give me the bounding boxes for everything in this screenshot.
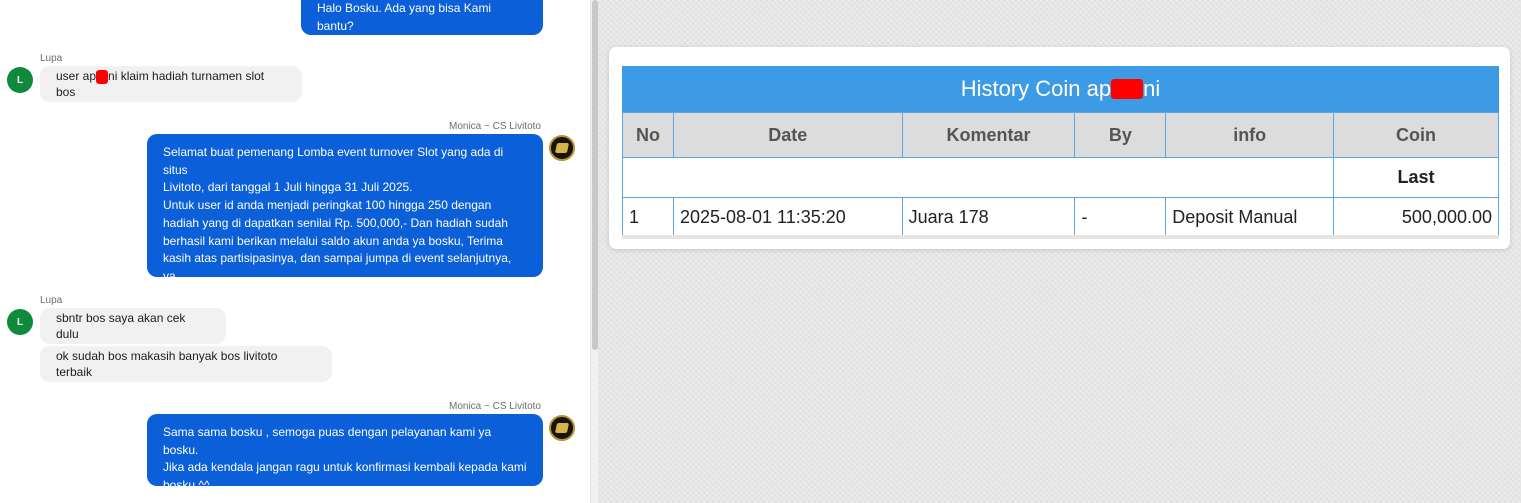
message-text: sbntr bos saya akan cek dulu [56, 311, 186, 341]
user-avatar: L [7, 309, 33, 335]
chat-panel: Halo Bosku. Ada yang bisa Kami bantu? Lu… [0, 0, 590, 503]
table-footer-strip [622, 235, 1499, 239]
message-line: bosku ^^ [163, 478, 210, 493]
cs-logo-icon [549, 135, 575, 161]
cell-komentar: Juara 178 [901, 197, 1076, 238]
message-line: kasih atas partisipasinya, dan sampai ju… [163, 251, 512, 283]
message-text: Halo Bosku. Ada yang bisa Kami bantu? [317, 0, 492, 33]
column-header-no: No [622, 112, 674, 158]
redaction-mark [96, 69, 109, 84]
sender-name: Monica ~ CS Livitoto [449, 401, 541, 412]
user-avatar: L [7, 67, 33, 93]
summary-empty-cell [621, 157, 1335, 198]
message-line: Untuk user id anda menjadi peringkat 100… [163, 198, 492, 213]
message-line: Selamat buat pemenang Lomba event turnov… [163, 145, 504, 177]
redaction-mark [1111, 79, 1144, 99]
history-title: History Coin ap ni [622, 66, 1499, 112]
chat-scrollbar[interactable] [590, 0, 598, 503]
cell-by: - [1074, 197, 1167, 238]
table-header-row: No Date Komentar By info Coin [622, 112, 1499, 158]
message-line: bosku [163, 286, 196, 301]
cell-coin: 500,000.00 [1333, 197, 1499, 238]
message-text: user ap ni klaim hadiah turnamen slot bos [56, 69, 265, 99]
summary-last-label: Last [1333, 157, 1499, 198]
agent-message: Selamat buat pemenang Lomba event turnov… [147, 134, 543, 301]
message-line: berhasil kami berikan melalui saldo akun… [163, 233, 503, 248]
column-header-coin: Coin [1333, 112, 1499, 158]
sender-name: Lupa [40, 295, 63, 306]
message-line: hadiah yang di dapatkan senilai Rp. 500,… [163, 215, 508, 230]
column-header-date: Date [672, 112, 903, 158]
cell-info: Deposit Manual [1165, 197, 1335, 238]
user-message: ok sudah bos makasih banyak bos livitoto… [40, 346, 332, 382]
cell-no: 1 [622, 197, 674, 238]
table-row: 1 2025-08-01 11:35:20 Juara 178 - Deposi… [622, 197, 1499, 238]
cell-date: 2025-08-01 11:35:20 [672, 197, 903, 238]
user-message: sbntr bos saya akan cek dulu [40, 308, 226, 344]
column-header-komentar: Komentar [901, 112, 1076, 158]
message-line: Sama sama bosku , semoga puas dengan pel… [163, 425, 492, 457]
sender-name: Monica ~ CS Livitoto [449, 121, 541, 132]
cs-logo-icon [549, 415, 575, 441]
message-text: ok sudah bos makasih banyak bos livitoto… [56, 349, 278, 379]
message-line: Livitoto, dari tanggal 1 Juli hingga 31 … [163, 180, 413, 195]
message-line: Jika ada kendala jangan ragu untuk konfi… [163, 460, 527, 475]
summary-row: Last [621, 157, 1499, 198]
agent-message: Sama sama bosku , semoga puas dengan pel… [147, 414, 543, 492]
history-table: No Date Komentar By info Coin Last 1 202… [621, 112, 1499, 238]
sender-name: Lupa [40, 53, 63, 64]
column-header-info: info [1165, 112, 1335, 158]
user-message: user ap ni klaim hadiah turnamen slot bos [40, 66, 302, 102]
agent-message: Halo Bosku. Ada yang bisa Kami bantu? [301, 0, 543, 35]
column-header-by: By [1074, 112, 1167, 158]
